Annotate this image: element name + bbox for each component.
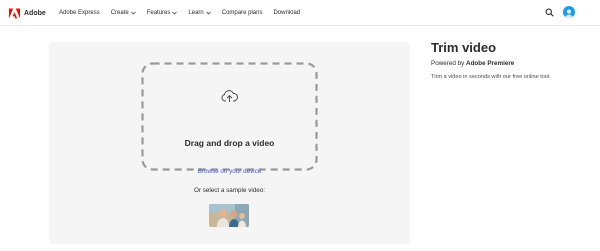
sample-label: Or select a sample video:	[193, 187, 266, 194]
adobe-logo[interactable]: Adobe	[9, 7, 46, 19]
nav-item-download[interactable]: Download	[273, 10, 300, 16]
nav-item-create[interactable]: Create	[111, 10, 136, 16]
brand-name: Adobe	[24, 9, 46, 17]
search-icon[interactable]	[545, 8, 554, 17]
nav-item-label: Compare plans	[221, 10, 263, 16]
powered-by-brand: Adobe Premiere	[466, 60, 515, 67]
chevron-down-icon	[206, 11, 211, 15]
cloud-upload-icon	[221, 90, 238, 103]
chevron-down-icon	[172, 11, 178, 15]
tool-info: Trim video Powered by Adobe Premiere Tri…	[431, 40, 591, 80]
nav-item-learn[interactable]: Learn	[188, 10, 211, 16]
tool-description: Trim a video in seconds with our free on…	[431, 74, 551, 80]
chevron-down-icon	[130, 11, 136, 15]
user-avatar-icon	[563, 7, 575, 18]
nav-item-features[interactable]: Features	[147, 10, 178, 16]
nav-item-label: Create	[110, 10, 129, 16]
avatar[interactable]	[563, 6, 575, 18]
page-title: Trim video	[431, 40, 497, 55]
main-nav: Adobe Express Create Features Learn Comp…	[59, 0, 311, 26]
powered-by-prefix: Powered by	[431, 60, 467, 67]
adobe-logo-icon	[9, 7, 20, 19]
drop-title: Drag and drop a video	[184, 138, 275, 148]
powered-by: Powered by Adobe Premiere	[431, 60, 591, 67]
drop-zone[interactable]: Drag and drop a video Browse on your dev…	[141, 62, 318, 175]
upload-panel: Drag and drop a video Browse on your dev…	[49, 42, 410, 244]
nav-item-compare-plans[interactable]: Compare plans	[222, 10, 263, 16]
top-navigation-bar: Adobe Adobe Express Create Features Lear…	[0, 0, 600, 26]
sample-video-image	[209, 204, 249, 227]
sample-video-thumbnail[interactable]	[209, 204, 249, 227]
browse-link[interactable]: Browse on your device	[141, 168, 318, 175]
drop-zone-border	[141, 62, 318, 171]
nav-item-label: Learn	[188, 10, 204, 16]
nav-item-label: Download	[273, 10, 301, 16]
nav-item-label: Adobe Express	[59, 10, 100, 16]
nav-item-label: Features	[146, 10, 171, 16]
nav-item-adobe-express[interactable]: Adobe Express	[59, 10, 100, 16]
